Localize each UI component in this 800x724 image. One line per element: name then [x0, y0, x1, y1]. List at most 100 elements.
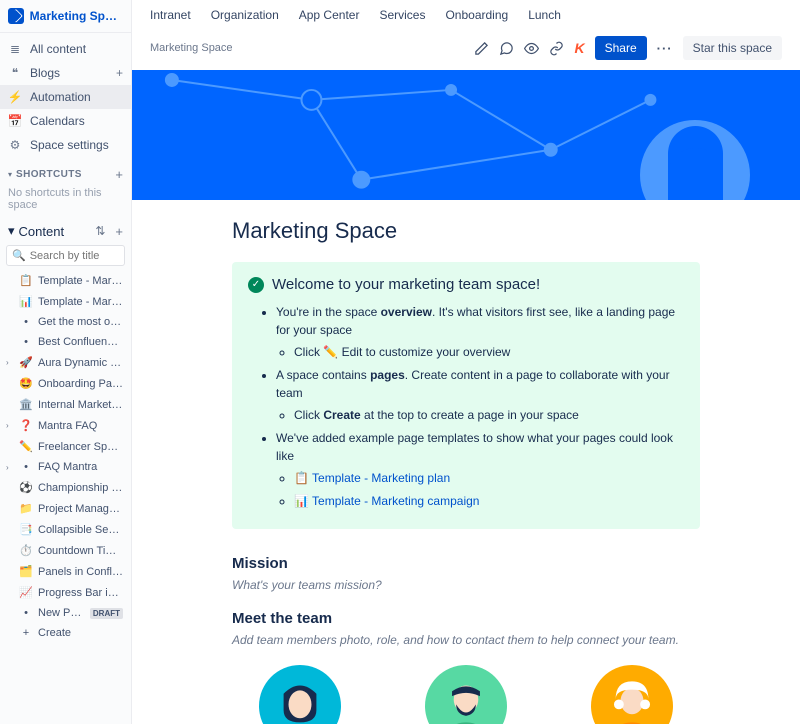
banner: [132, 70, 800, 200]
page-emoji-icon: 🗂️: [19, 565, 33, 578]
page-tree-item[interactable]: ›🏛️Internal Market Stru...: [0, 394, 131, 415]
page-tree-item[interactable]: ›⏱️Countdown Timer in...: [0, 540, 131, 561]
bolt-icon: ⚡: [8, 90, 22, 104]
calendar-icon: 📅: [8, 114, 22, 128]
edit-icon[interactable]: [474, 41, 489, 56]
page-tree-item[interactable]: ›•New PageDRAFT: [0, 603, 131, 623]
draft-badge: DRAFT: [90, 608, 123, 619]
template-link[interactable]: 📋 Template - Marketing plan: [294, 471, 450, 485]
add-icon[interactable]: +: [116, 66, 123, 80]
watch-icon[interactable]: [524, 41, 539, 56]
page-tree-item[interactable]: ›❓Mantra FAQ: [0, 415, 131, 436]
page-tree-item[interactable]: ›🤩Onboarding Page: [0, 373, 131, 394]
welcome-bullet: A space contains pages. Create content i…: [276, 366, 684, 424]
star-space-button[interactable]: Star this space: [683, 36, 782, 60]
page-emoji-icon: •: [19, 336, 33, 348]
team-member: Team memberRole@mention: [422, 665, 509, 724]
content-section-header[interactable]: ▾ Content ⇅ +: [0, 217, 131, 241]
chevron-right-icon: ›: [6, 358, 14, 367]
page-tree: ›📋Template - Marketin...›📊Template - Mar…: [0, 270, 131, 724]
create-page-button[interactable]: +Create: [0, 623, 131, 643]
sidebar-item-automation[interactable]: ⚡Automation: [0, 85, 131, 109]
page-tree-item[interactable]: ›⚽Championship 2024: [0, 477, 131, 498]
add-shortcut-icon[interactable]: +: [115, 167, 123, 182]
page-tree-item[interactable]: ›•Best Confluence Home ...: [0, 332, 131, 352]
welcome-bullet: We've added example page templates to sh…: [276, 429, 684, 510]
page-tree-item[interactable]: ›🗂️Panels in Confluence: [0, 561, 131, 582]
top-nav: Intranet Organization App Center Services On…: [132, 0, 800, 30]
page-emoji-icon: •: [19, 461, 33, 473]
page-tree-item[interactable]: ›📋Template - Marketin...: [0, 270, 131, 291]
page-actions: K Share ··· Star this space: [474, 36, 782, 60]
link-icon[interactable]: [549, 41, 564, 56]
page-tree-item[interactable]: ›📁Project Management: [0, 498, 131, 519]
page-header: Marketing Space K Share ··· Star this sp…: [132, 30, 800, 70]
chevron-down-icon: ▾: [8, 223, 15, 239]
space-header[interactable]: Marketing Space: [0, 0, 131, 33]
topnav-app center[interactable]: App Center: [299, 8, 360, 22]
sidebar-item-calendars[interactable]: 📅Calendars: [0, 109, 131, 133]
chevron-right-icon: ›: [6, 421, 14, 430]
shortcuts-empty: No shortcuts in this space: [0, 184, 131, 217]
topnav-lunch[interactable]: Lunch: [528, 8, 561, 22]
page-tree-item[interactable]: ›📈Progress Bar in Conf...: [0, 582, 131, 603]
page-title: Marketing Space: [232, 218, 700, 244]
topnav-intranet[interactable]: Intranet: [150, 8, 191, 22]
page-emoji-icon: ✏️: [19, 440, 33, 453]
space-logo-icon: [8, 8, 24, 24]
search-input[interactable]: [30, 250, 119, 262]
plus-icon: +: [19, 627, 33, 639]
page-emoji-icon: •: [19, 607, 33, 619]
page-emoji-icon: ⏱️: [19, 544, 33, 557]
mission-heading: Mission: [232, 555, 700, 572]
page-tree-item[interactable]: ›📊Template - Marketin...: [0, 291, 131, 312]
page-emoji-icon: 📊: [19, 295, 33, 308]
team-subtitle: Add team members photo, role, and how to…: [232, 633, 700, 647]
template-link[interactable]: 📊 Template - Marketing campaign: [294, 494, 479, 508]
page-tree-item[interactable]: ›•FAQ Mantra: [0, 457, 131, 477]
page-tree-item[interactable]: ›📑Collapsible Section i...: [0, 519, 131, 540]
karma-icon[interactable]: K: [574, 40, 584, 56]
page-emoji-icon: 📈: [19, 586, 33, 599]
sidebar-item-space-settings[interactable]: ⚙Space settings: [0, 133, 131, 157]
add-content-icon[interactable]: +: [115, 224, 123, 239]
comment-icon[interactable]: [499, 41, 514, 56]
topnav-services[interactable]: Services: [379, 8, 425, 22]
page-emoji-icon: •: [19, 316, 33, 328]
search-input-wrap[interactable]: 🔍: [6, 245, 125, 266]
topnav-onboarding[interactable]: Onboarding: [445, 8, 508, 22]
content-body: Marketing Space ✓ Welcome to your market…: [132, 200, 800, 724]
sidebar-item-all-content[interactable]: ≣All content: [0, 37, 131, 61]
welcome-title: Welcome to your marketing team space!: [272, 276, 540, 293]
more-actions-icon[interactable]: ···: [657, 41, 673, 56]
quote-icon: ❝: [8, 66, 22, 80]
sidebar: Marketing Space ≣All content❝Blogs+⚡Auto…: [0, 0, 132, 724]
team-member: Team memberRole@mention: [256, 665, 343, 724]
topnav-organization[interactable]: Organization: [211, 8, 279, 22]
gear-icon: ⚙: [8, 138, 22, 152]
team-grid: Team memberRole@mention Team memberRole@m…: [232, 665, 700, 724]
page-emoji-icon: 🏛️: [19, 398, 33, 411]
welcome-panel: ✓ Welcome to your marketing team space! …: [232, 262, 700, 529]
page-emoji-icon: 📑: [19, 523, 33, 536]
share-button[interactable]: Share: [595, 36, 647, 60]
filter-icon[interactable]: ⇅: [95, 224, 105, 238]
page-emoji-icon: 🚀: [19, 356, 33, 369]
shortcuts-section-header[interactable]: ▾ Shortcuts +: [0, 161, 131, 184]
sidebar-nav: ≣All content❝Blogs+⚡Automation📅Calendars…: [0, 33, 131, 161]
page-tree-item[interactable]: ›✏️Freelancer Space: [0, 436, 131, 457]
page-emoji-icon: 📁: [19, 502, 33, 515]
check-icon: ✓: [248, 277, 264, 293]
main: Intranet Organization App Center Services On…: [132, 0, 800, 724]
page-tree-item[interactable]: ›•Get the most out of you...: [0, 312, 131, 332]
page-emoji-icon: ❓: [19, 419, 33, 432]
list-icon: ≣: [8, 42, 22, 56]
team-member: Team memberRole@mention: [588, 665, 675, 724]
page-tree-item[interactable]: ›🚀Aura Dynamic Conte...: [0, 352, 131, 373]
welcome-bullet: You're in the space overview. It's what …: [276, 303, 684, 361]
sidebar-item-blogs[interactable]: ❝Blogs+: [0, 61, 131, 85]
chevron-right-icon: ›: [6, 463, 14, 472]
team-heading: Meet the team: [232, 610, 700, 627]
breadcrumb[interactable]: Marketing Space: [150, 42, 233, 54]
page-emoji-icon: ⚽: [19, 481, 33, 494]
